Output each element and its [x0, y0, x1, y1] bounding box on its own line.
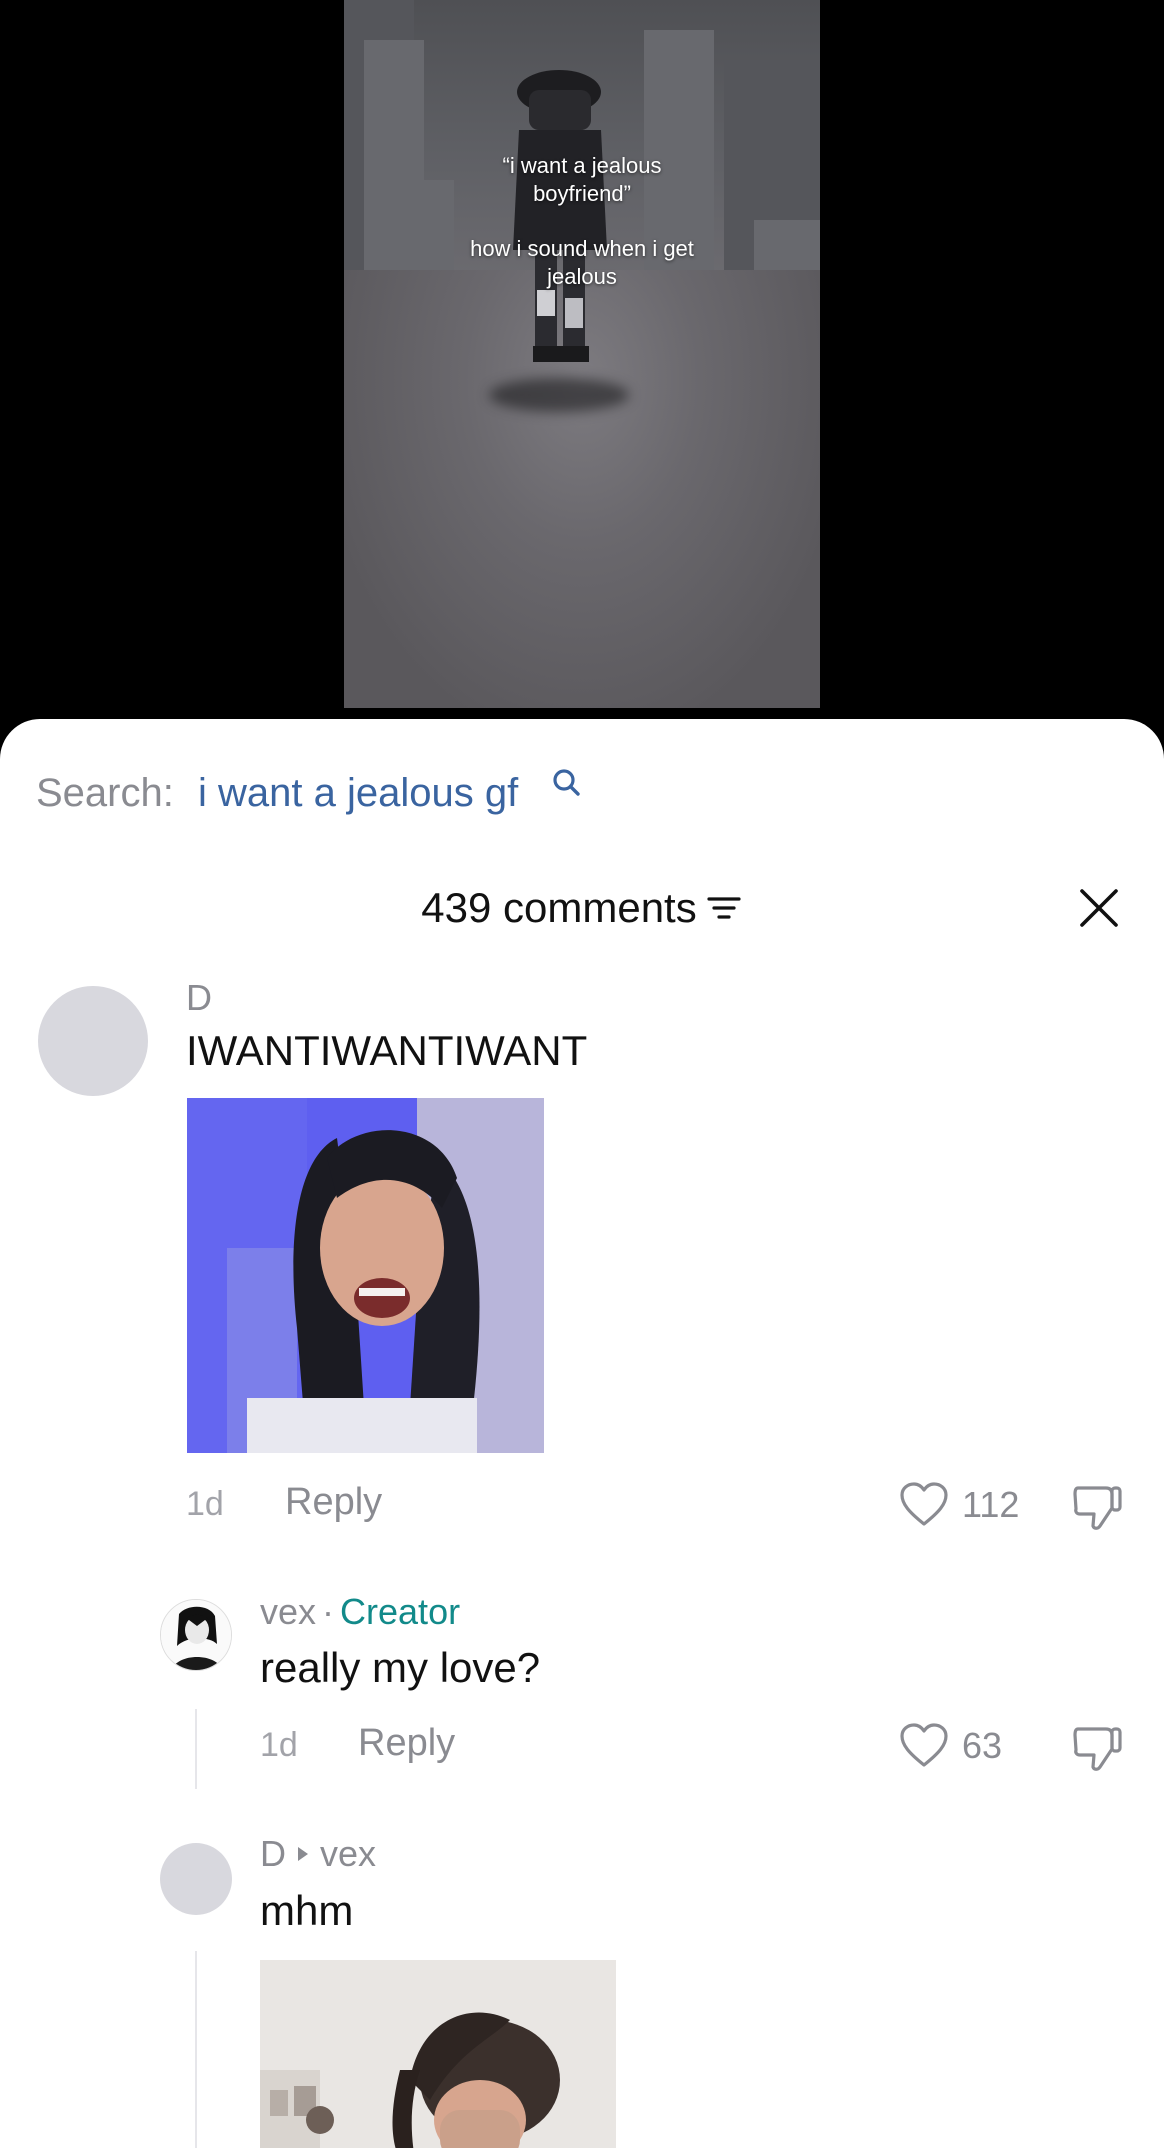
- dislike-icon[interactable]: [1072, 1723, 1124, 1773]
- caption-line: boyfriend”: [533, 181, 631, 206]
- search-prefix: Search:: [36, 771, 174, 815]
- avatar-character-figure: [513, 70, 607, 362]
- comments-header: 439 comments: [0, 884, 1164, 932]
- like-count: 112: [962, 1484, 1020, 1525]
- comment-username[interactable]: D: [186, 977, 212, 1019]
- like-count: 63: [962, 1725, 1003, 1766]
- reply-header: vex · Creator: [260, 1591, 460, 1633]
- caption-line: how i sound when i get: [470, 236, 694, 261]
- comment-timestamp: 1d: [186, 1485, 224, 1523]
- dislike-icon[interactable]: [1072, 1482, 1124, 1532]
- separator-dot: ·: [322, 1591, 335, 1632]
- reply-to-arrow-icon: [298, 1847, 308, 1861]
- reply-header: D vex: [260, 1833, 376, 1875]
- video-player[interactable]: “i want a jealous boyfriend” how i sound…: [344, 0, 820, 708]
- reply-username[interactable]: vex: [260, 1591, 316, 1633]
- reply-username[interactable]: D: [260, 1833, 286, 1875]
- close-icon[interactable]: [1076, 885, 1122, 931]
- comments-count-title: 439 comments: [421, 884, 697, 931]
- comment-image[interactable]: [187, 1098, 544, 1453]
- filter-icon[interactable]: [705, 891, 743, 925]
- search-suggestion-link[interactable]: i want a jealous gf: [198, 771, 518, 816]
- comment-text: IWANTIWANTIWANT: [186, 1027, 588, 1074]
- avatar[interactable]: [160, 1843, 232, 1915]
- thread-line: [195, 1951, 197, 2148]
- reply-button[interactable]: Reply: [285, 1481, 382, 1524]
- reply-text: mhm: [260, 1887, 354, 1934]
- caption-line: jealous: [547, 264, 617, 289]
- caption-line: “i want a jealous: [502, 153, 662, 178]
- thread-line: [195, 1709, 197, 1789]
- reply-button[interactable]: Reply: [358, 1722, 455, 1765]
- reply-timestamp: 1d: [260, 1726, 298, 1764]
- heart-icon[interactable]: [899, 1723, 949, 1769]
- reply-photo: [260, 1960, 616, 2148]
- reply-to-username[interactable]: vex: [320, 1833, 376, 1875]
- reply-text: really my love?: [260, 1644, 541, 1691]
- avatar[interactable]: [38, 986, 148, 1096]
- reply-image[interactable]: [260, 1960, 616, 2148]
- video-caption-sub: how i sound when i get jealous: [470, 235, 694, 291]
- heart-icon[interactable]: [899, 1482, 949, 1528]
- comment-photo: [187, 1098, 544, 1453]
- creator-avatar-image: [161, 1600, 231, 1670]
- creator-badge: Creator: [340, 1591, 461, 1632]
- search-icon[interactable]: [550, 767, 582, 801]
- creator-avatar[interactable]: [160, 1599, 232, 1671]
- video-caption-quote: “i want a jealous boyfriend”: [503, 152, 662, 208]
- comments-sheet: Search: i want a jealous gf 439 comments…: [0, 719, 1164, 2148]
